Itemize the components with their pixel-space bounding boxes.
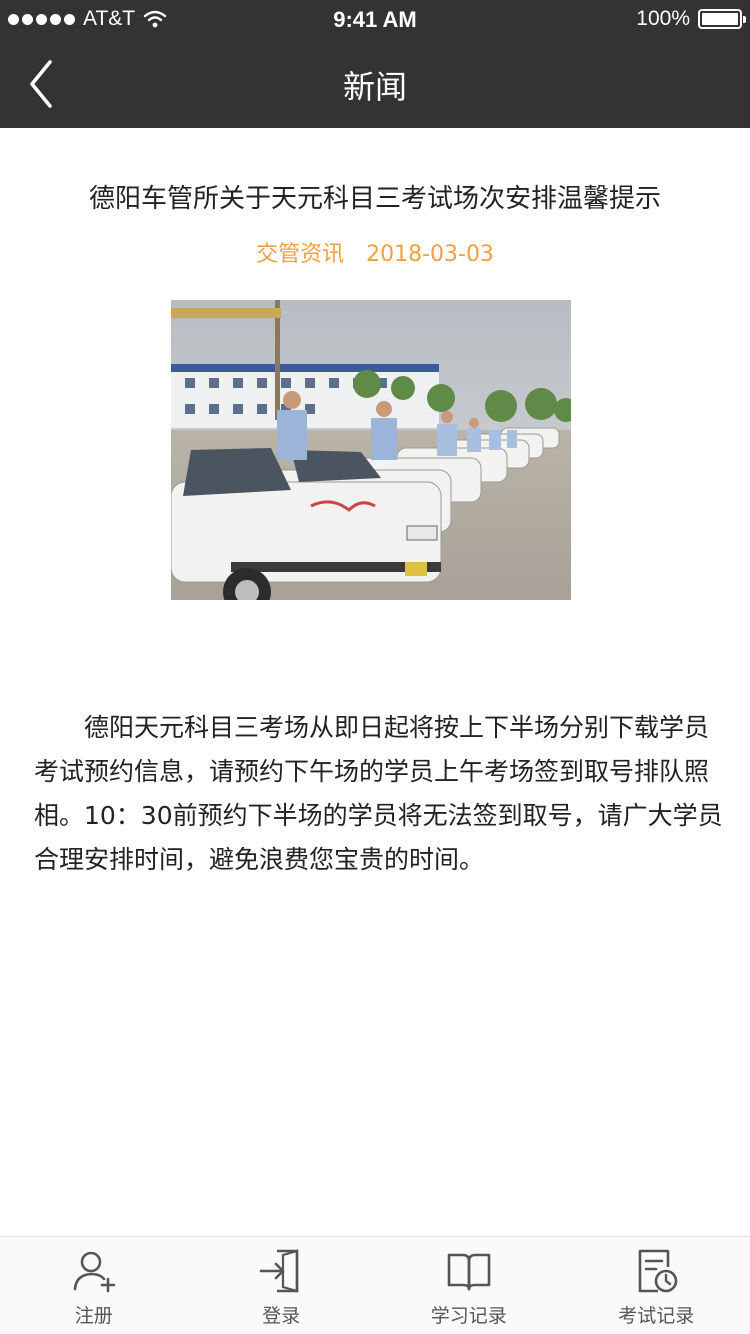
top-bar: AT&T 9:41 AM 100% 新闻 xyxy=(0,0,750,128)
status-right: 100% xyxy=(636,7,746,31)
tab-exam-record-label: 考试记录 xyxy=(618,1305,695,1327)
article-category: 交管资讯 xyxy=(256,242,345,267)
tab-login[interactable]: 登录 xyxy=(188,1237,376,1334)
status-bar: AT&T 9:41 AM 100% xyxy=(0,0,750,40)
login-icon xyxy=(259,1249,299,1293)
tab-login-label: 登录 xyxy=(262,1305,301,1327)
nav-bar: 新闻 xyxy=(0,40,750,128)
battery-percent: 100% xyxy=(636,7,690,30)
tab-register[interactable]: 注册 xyxy=(0,1237,188,1334)
article-photo xyxy=(171,300,571,600)
article-date: 2018-03-03 xyxy=(366,242,494,267)
battery-icon xyxy=(698,9,746,29)
article-title: 德阳车管所关于天元科目三考试场次安排温馨提示 xyxy=(88,184,661,214)
tab-bar: 注册 登录 学习记录 考试记录 xyxy=(0,1236,750,1334)
article-meta: 交管资讯 2018-03-03 xyxy=(0,236,750,268)
tab-study-record-label: 学习记录 xyxy=(430,1305,507,1327)
user-add-icon xyxy=(73,1251,116,1293)
article-body: 德阳天元科目三考场从即日起将按上下半场分别下载学员考试预约信息，请预约下午场的学… xyxy=(34,713,723,874)
book-icon xyxy=(447,1253,491,1291)
tab-study-record[interactable]: 学习记录 xyxy=(375,1237,563,1334)
page-title: 新闻 xyxy=(342,68,407,106)
exam-record-icon xyxy=(638,1249,678,1293)
tab-exam-record[interactable]: 考试记录 xyxy=(563,1237,750,1334)
tab-register-label: 注册 xyxy=(74,1305,113,1327)
